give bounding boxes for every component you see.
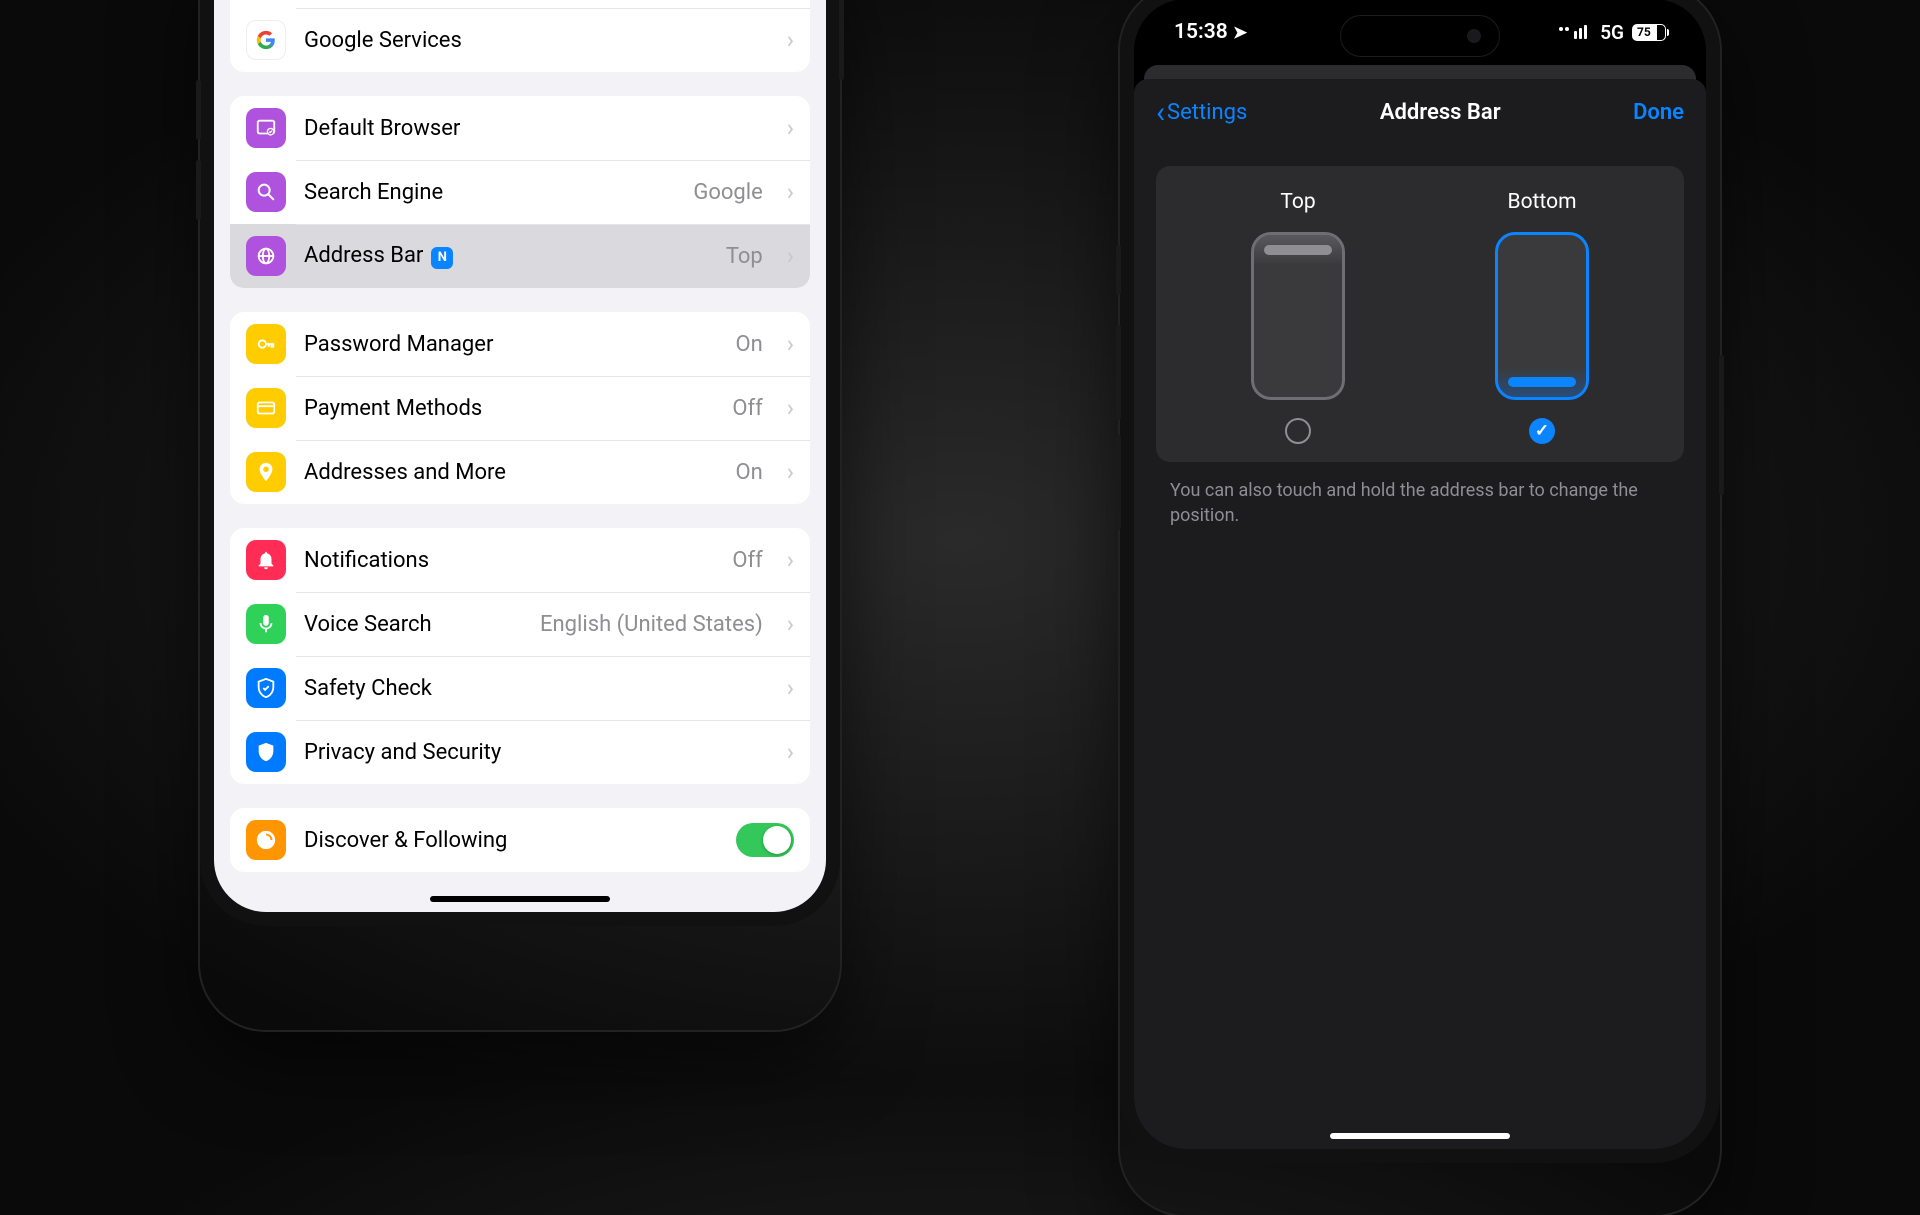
row-label: Voice Search [304, 612, 432, 637]
dynamic-island [1340, 15, 1500, 57]
settings-row-password-manager[interactable]: Password Manager On › [230, 312, 810, 376]
radio-checked-icon[interactable] [1529, 418, 1555, 444]
settings-row-default-browser[interactable]: Default Browser › [230, 96, 810, 160]
done-button[interactable]: Done [1633, 100, 1684, 125]
chevron-right-icon: › [787, 546, 794, 574]
row-label: Addresses and More [304, 460, 506, 485]
phone-left: › Sync On › Google Services › [200, 0, 840, 1030]
row-label: Google Services [304, 28, 462, 53]
row-label: Search Engine [304, 180, 443, 205]
row-label: Privacy and Security [304, 740, 501, 765]
side-button [839, 0, 844, 80]
settings-group: Notifications Off › Voice Search English… [230, 528, 810, 784]
location-icon: ➤ [1233, 23, 1247, 43]
position-options: Top Bottom [1156, 166, 1684, 462]
settings-row-privacy[interactable]: Privacy and Security › [230, 720, 810, 784]
settings-row-safety-check[interactable]: Safety Check › [230, 656, 810, 720]
settings-row-notifications[interactable]: Notifications Off › [230, 528, 810, 592]
settings-row-sync[interactable]: Sync On › [230, 0, 810, 8]
google-icon [246, 20, 286, 60]
sheet-title: Address Bar [1380, 100, 1501, 125]
default-browser-icon [246, 108, 286, 148]
network-label: 5G [1600, 21, 1624, 44]
chevron-right-icon: › [787, 330, 794, 358]
chevron-right-icon: › [787, 738, 794, 766]
settings-group: › Sync On › Google Services › [230, 0, 810, 72]
new-badge: N [431, 247, 453, 269]
chevron-right-icon: › [787, 610, 794, 638]
password-icon [246, 324, 286, 364]
chevron-right-icon: › [787, 458, 794, 486]
option-bottom[interactable]: Bottom [1495, 190, 1589, 444]
action-button [1116, 245, 1121, 295]
row-secondary: English (United States) [540, 612, 763, 637]
chevron-right-icon: › [787, 178, 794, 206]
settings-group: Default Browser › Search Engine Google ›… [230, 96, 810, 288]
chevron-right-icon: › [787, 394, 794, 422]
bell-icon [246, 540, 286, 580]
row-label: Payment Methods [304, 396, 482, 421]
settings-row-address-bar[interactable]: Address BarN Top › [230, 224, 810, 288]
row-secondary: Top [726, 244, 763, 269]
chevron-right-icon: › [787, 674, 794, 702]
option-top[interactable]: Top [1251, 190, 1345, 444]
settings-group: Password Manager On › Payment Methods Of… [230, 312, 810, 504]
settings-row-google-services[interactable]: Google Services › [230, 8, 810, 72]
option-label: Bottom [1508, 190, 1577, 214]
volume-down-button [1116, 435, 1121, 530]
row-label: Password Manager [304, 332, 493, 357]
settings-row-discover[interactable]: Discover & Following [230, 808, 810, 872]
volume-down-button [196, 160, 201, 220]
status-time: 15:38 ➤ [1174, 20, 1247, 44]
address-bar-sheet: ‹ Settings Address Bar Done Top Bottom [1134, 79, 1706, 1149]
settings-list[interactable]: › Sync On › Google Services › [214, 0, 826, 912]
back-button[interactable]: ‹ Settings [1156, 95, 1247, 130]
row-secondary: Google [693, 180, 762, 205]
chevron-right-icon: › [787, 114, 794, 142]
home-indicator[interactable] [430, 896, 610, 902]
shield-check-icon [246, 668, 286, 708]
chevron-left-icon: ‹ [1156, 95, 1165, 130]
settings-row-payment-methods[interactable]: Payment Methods Off › [230, 376, 810, 440]
address-icon [246, 452, 286, 492]
signal-icon [1559, 25, 1592, 39]
radio-unchecked-icon[interactable] [1285, 418, 1311, 444]
battery-icon: 75 [1632, 24, 1666, 41]
side-button [1719, 355, 1724, 495]
phone-right: 15:38 ➤ 5G 75 ‹ Settings Address Bar Don… [1120, 0, 1720, 1215]
address-bar-icon [246, 236, 286, 276]
settings-row-voice-search[interactable]: Voice Search English (United States) › [230, 592, 810, 656]
chevron-right-icon: › [787, 26, 794, 54]
row-label: Address BarN [304, 243, 453, 269]
row-label: Discover & Following [304, 828, 507, 853]
toggle-switch[interactable] [736, 823, 794, 857]
shield-icon [246, 732, 286, 772]
settings-group: Discover & Following [230, 808, 810, 872]
option-label: Top [1280, 190, 1315, 214]
home-indicator[interactable] [1330, 1133, 1510, 1139]
payment-icon [246, 388, 286, 428]
chevron-right-icon: › [787, 242, 794, 270]
volume-up-button [196, 80, 201, 140]
row-secondary: Off [732, 396, 762, 421]
row-secondary: Off [732, 548, 762, 573]
mic-icon [246, 604, 286, 644]
settings-row-search-engine[interactable]: Search Engine Google › [230, 160, 810, 224]
row-label: Default Browser [304, 116, 460, 141]
discover-icon [246, 820, 286, 860]
row-secondary: On [735, 332, 762, 357]
row-label: Safety Check [304, 676, 432, 701]
row-secondary: On [735, 460, 762, 485]
search-engine-icon [246, 172, 286, 212]
sheet-nav: ‹ Settings Address Bar Done [1134, 79, 1706, 146]
settings-row-addresses[interactable]: Addresses and More On › [230, 440, 810, 504]
preview-top [1251, 232, 1345, 400]
volume-up-button [1116, 325, 1121, 420]
preview-bottom [1495, 232, 1589, 400]
footer-note: You can also touch and hold the address … [1134, 474, 1706, 532]
row-label: Notifications [304, 548, 429, 573]
